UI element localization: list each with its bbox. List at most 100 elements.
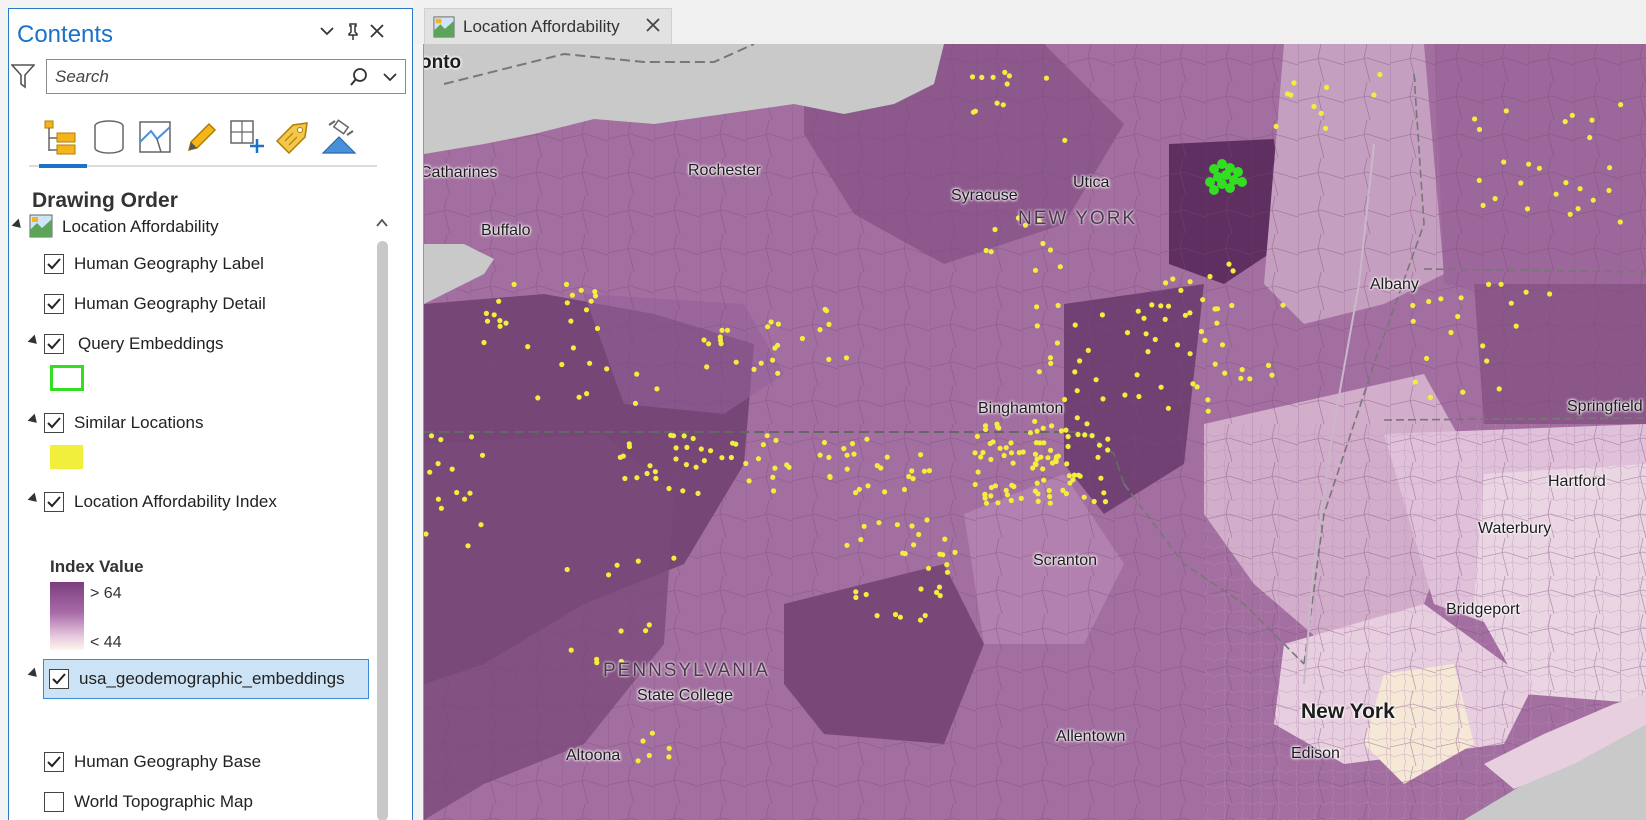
similar-location-point[interactable] xyxy=(817,327,823,333)
similar-location-point[interactable] xyxy=(1187,351,1193,357)
similar-location-point[interactable] xyxy=(1187,310,1193,316)
similar-location-point[interactable] xyxy=(853,594,859,601)
similar-location-point[interactable] xyxy=(1214,306,1221,312)
similar-location-point[interactable] xyxy=(1410,318,1416,324)
layer-visibility-checkbox[interactable] xyxy=(44,254,64,274)
similar-location-point[interactable] xyxy=(1567,211,1573,217)
similar-location-point[interactable] xyxy=(746,478,752,484)
similar-location-point[interactable] xyxy=(1098,475,1104,481)
similar-location-point[interactable] xyxy=(635,558,641,564)
similar-location-point[interactable] xyxy=(1048,360,1054,366)
similar-location-point[interactable] xyxy=(944,562,950,568)
similar-location-point[interactable] xyxy=(1037,440,1043,446)
similar-location-point[interactable] xyxy=(1165,405,1171,411)
pane-options-chevron-icon[interactable] xyxy=(319,23,335,43)
similar-location-point[interactable] xyxy=(826,321,832,327)
similar-location-point[interactable] xyxy=(568,647,574,653)
similar-location-point[interactable] xyxy=(1284,91,1291,97)
similar-location-point[interactable] xyxy=(1503,108,1509,114)
similar-location-point[interactable] xyxy=(1002,69,1008,75)
similar-location-point[interactable] xyxy=(646,622,652,628)
similar-location-point[interactable] xyxy=(454,489,460,496)
similar-location-point[interactable] xyxy=(1480,202,1486,208)
similar-location-point[interactable] xyxy=(1082,432,1088,438)
similar-location-point[interactable] xyxy=(1001,452,1007,459)
similar-location-point[interactable] xyxy=(1448,329,1454,336)
similar-location-point[interactable] xyxy=(980,449,986,456)
similar-location-point[interactable] xyxy=(784,462,790,468)
similar-location-point[interactable] xyxy=(843,355,850,361)
similar-location-point[interactable] xyxy=(1074,388,1080,394)
similar-location-point[interactable] xyxy=(1269,372,1275,378)
similar-location-point[interactable] xyxy=(1247,376,1253,382)
similar-location-point[interactable] xyxy=(1048,447,1054,453)
similar-location-point[interactable] xyxy=(1093,377,1099,383)
tree-item-similar-locations[interactable]: Similar Locations xyxy=(44,408,203,438)
similar-location-point[interactable] xyxy=(626,444,633,450)
similar-location-point[interactable] xyxy=(1035,498,1041,504)
similar-location-point[interactable] xyxy=(918,452,924,458)
similar-location-point[interactable] xyxy=(1230,268,1236,274)
similar-location-point[interactable] xyxy=(1032,418,1038,424)
similar-location-point[interactable] xyxy=(743,460,749,467)
similar-location-point[interactable] xyxy=(673,445,679,451)
similar-location-point[interactable] xyxy=(1589,117,1595,123)
similar-location-point[interactable] xyxy=(701,458,707,464)
similar-location-point[interactable] xyxy=(1202,337,1208,343)
similar-location-point[interactable] xyxy=(706,341,712,347)
similar-location-point[interactable] xyxy=(1476,177,1482,183)
similar-location-point[interactable] xyxy=(772,345,778,351)
similar-location-point[interactable] xyxy=(1006,73,1013,79)
similar-location-point[interactable] xyxy=(1135,308,1141,314)
similar-location-point[interactable] xyxy=(1226,261,1232,267)
similar-location-point[interactable] xyxy=(1498,281,1504,287)
similar-location-point[interactable] xyxy=(1010,460,1016,466)
similar-location-point[interactable] xyxy=(724,327,731,333)
similar-location-point[interactable] xyxy=(1484,358,1490,364)
similar-location-point[interactable] xyxy=(768,319,774,325)
similar-location-point[interactable] xyxy=(497,323,503,329)
similar-location-point[interactable] xyxy=(578,287,584,293)
similar-location-point[interactable] xyxy=(1526,161,1532,167)
similar-location-point[interactable] xyxy=(1424,355,1430,361)
similar-location-point[interactable] xyxy=(698,446,704,452)
similar-location-point[interactable] xyxy=(994,421,1000,427)
similar-location-point[interactable] xyxy=(884,454,890,460)
similar-location-point[interactable] xyxy=(525,344,531,350)
similar-location-point[interactable] xyxy=(1036,369,1042,375)
similar-location-point[interactable] xyxy=(708,448,714,454)
similar-location-point[interactable] xyxy=(1194,384,1200,390)
similar-location-point[interactable] xyxy=(911,542,917,548)
similar-location-point[interactable] xyxy=(1323,125,1329,131)
similar-location-point[interactable] xyxy=(535,395,541,401)
similar-location-point[interactable] xyxy=(775,370,781,376)
expand-arrow-icon[interactable] xyxy=(27,413,41,427)
similar-locations-symbol[interactable] xyxy=(50,445,83,469)
pencil-icon[interactable] xyxy=(181,117,221,157)
similar-location-point[interactable] xyxy=(483,310,489,316)
similar-location-point[interactable] xyxy=(1152,336,1158,343)
similar-location-point[interactable] xyxy=(751,366,757,372)
similar-location-point[interactable] xyxy=(719,327,725,333)
similar-location-point[interactable] xyxy=(1060,487,1066,493)
tree-item-world-topographic-map[interactable]: World Topographic Map xyxy=(44,787,253,817)
similar-location-point[interactable] xyxy=(760,442,766,448)
tree-item-usa-geodemographic-embeddings[interactable]: usa_geodemographic_embeddings xyxy=(43,659,369,699)
similar-location-point[interactable] xyxy=(1004,81,1010,87)
similar-location-point[interactable] xyxy=(1563,180,1569,186)
similar-location-point[interactable] xyxy=(918,586,924,592)
similar-location-point[interactable] xyxy=(564,566,570,573)
similar-location-point[interactable] xyxy=(772,465,778,471)
similar-location-point[interactable] xyxy=(1003,445,1009,451)
tree-item-query-embeddings[interactable]: Query Embeddings xyxy=(44,329,224,359)
similar-location-point[interactable] xyxy=(1034,323,1040,329)
similar-location-point[interactable] xyxy=(1035,491,1041,497)
similar-location-point[interactable] xyxy=(1072,322,1078,328)
similar-location-point[interactable] xyxy=(988,493,994,499)
similar-location-point[interactable] xyxy=(467,490,473,496)
similar-location-point[interactable] xyxy=(936,584,943,590)
similar-location-point[interactable] xyxy=(1212,361,1218,367)
similar-location-point[interactable] xyxy=(944,569,951,575)
similar-location-point[interactable] xyxy=(428,433,435,439)
list-by-drawing-order-icon[interactable] xyxy=(41,117,81,157)
